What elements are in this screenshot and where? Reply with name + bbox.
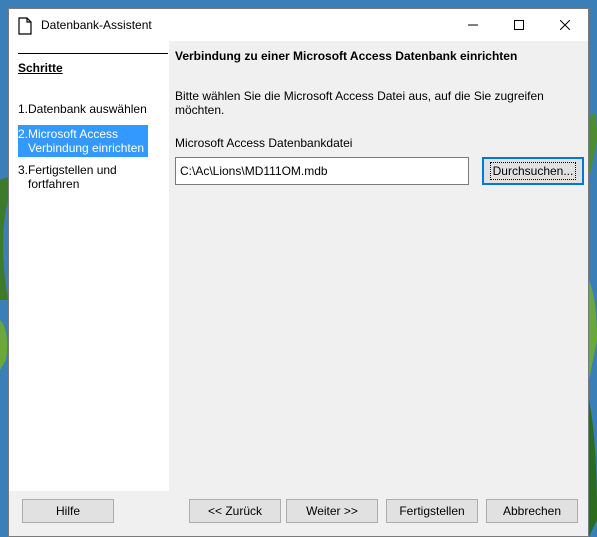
maximize-button[interactable] — [496, 9, 542, 41]
steps-sidebar: Schritte 1. Datenbank auswählen 2. Micro… — [9, 41, 169, 491]
file-field-label: Microsoft Access Datenbankdatei — [175, 136, 352, 150]
step-label: Datenbank auswählen — [28, 102, 147, 116]
file-field-label-text: Microsoft Access Datenbankdatei — [175, 136, 353, 150]
back-button-label: << Zurück — [207, 504, 263, 518]
database-file-input[interactable] — [175, 157, 469, 185]
maximize-icon — [514, 20, 524, 30]
help-button[interactable]: Hilfe — [22, 499, 114, 523]
step-label: Fertigstellen und fortfahren — [28, 163, 117, 191]
step-number: 1. — [18, 102, 29, 116]
sidebar-divider — [18, 53, 168, 54]
next-button-label: Weiter >> — [306, 504, 358, 518]
help-button-label: Hilfe — [55, 504, 80, 518]
step-label: Microsoft Access Verbindung einrichten — [28, 127, 145, 155]
cancel-button-label: Abbrechen — [502, 504, 562, 518]
title-bar: Datenbank-Assistent — [9, 9, 588, 41]
minimize-icon — [468, 24, 478, 26]
step-finish[interactable]: 3. Fertigstellen und fortfahren — [18, 163, 148, 191]
sidebar-title: Schritte — [18, 61, 63, 75]
instructions-text: Bitte wählen Sie die Microsoft Access Da… — [175, 89, 544, 117]
cancel-button[interactable]: Abbrechen — [486, 499, 578, 523]
browse-button-label: Durchsuchen... — [489, 162, 577, 180]
finish-button[interactable]: Fertigstellen — [386, 499, 478, 523]
page-header: Verbindung zu einer Microsoft Access Dat… — [175, 49, 518, 63]
step-number: 3. — [18, 163, 29, 177]
window-title: Datenbank-Assistent — [41, 18, 152, 32]
step-number: 2. — [18, 127, 29, 141]
close-button[interactable] — [542, 9, 588, 41]
close-icon — [560, 20, 570, 30]
minimize-button[interactable] — [450, 9, 496, 41]
back-button[interactable]: << Zurück — [189, 499, 281, 523]
next-button[interactable]: Weiter >> — [286, 499, 378, 523]
browse-button[interactable]: Durchsuchen... — [482, 157, 584, 185]
step-access-connection[interactable]: 2. Microsoft Access Verbindung einrichte… — [18, 125, 148, 157]
step-select-database[interactable]: 1. Datenbank auswählen — [18, 102, 148, 116]
document-icon — [18, 17, 32, 35]
wizard-window: Datenbank-Assistent Schritte 1. Datenban… — [8, 8, 589, 537]
finish-button-label: Fertigstellen — [399, 504, 465, 518]
